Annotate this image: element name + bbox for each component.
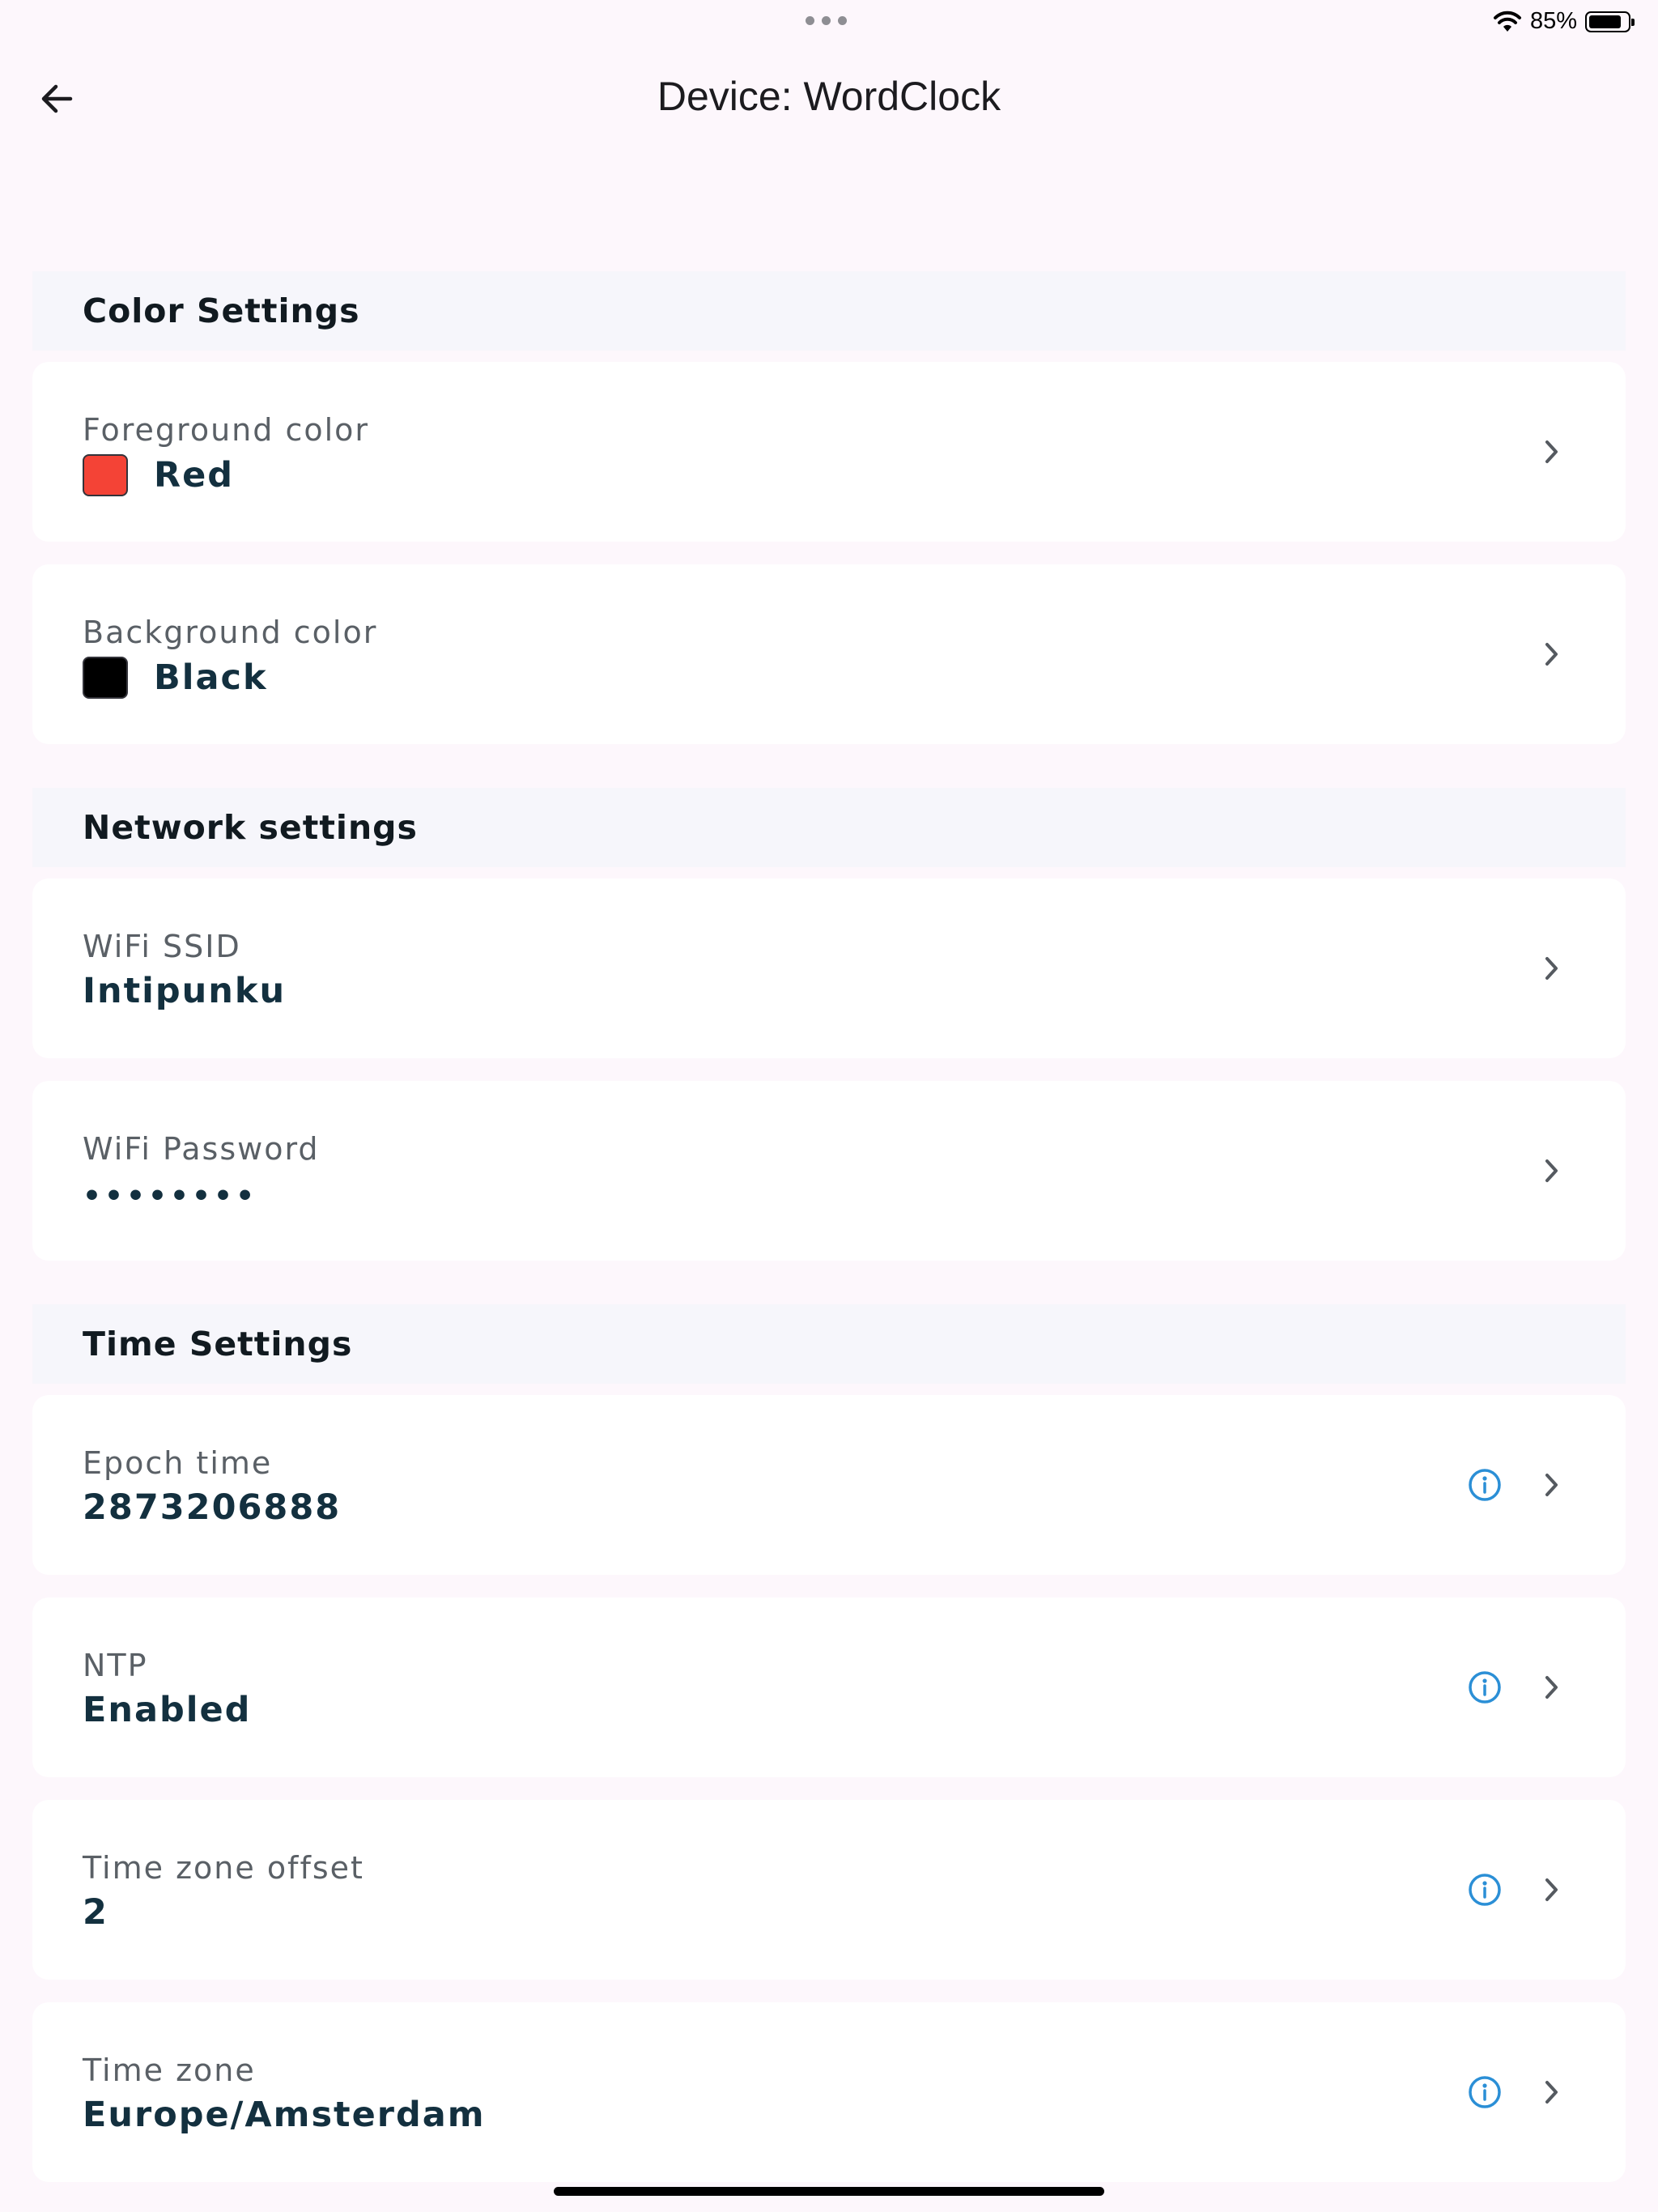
chevron-right-icon — [1532, 2073, 1571, 2112]
section-header-time-settings: Time Settings — [32, 1304, 1626, 1384]
time-zone-offset-value: 2 — [83, 1892, 108, 1933]
tile-label: Foreground color — [83, 412, 370, 448]
time-zone-offset-tile[interactable]: Time zone offset 2 — [32, 1800, 1626, 1980]
tile-label: WiFi Password — [83, 1131, 320, 1167]
chevron-right-icon — [1532, 949, 1571, 988]
battery-percentage: 85% — [1529, 8, 1577, 34]
chevron-right-icon — [1532, 1870, 1571, 1909]
chevron-right-icon — [1532, 1465, 1571, 1504]
status-indicators: 85% — [1493, 8, 1635, 35]
epoch-time-tile[interactable]: Epoch time 2873206888 — [32, 1395, 1626, 1575]
chevron-right-icon — [1532, 432, 1571, 471]
info-icon[interactable] — [1465, 2073, 1504, 2112]
tile-label: WiFi SSID — [83, 929, 241, 964]
epoch-time-value: 2873206888 — [83, 1487, 342, 1528]
info-icon[interactable] — [1465, 1668, 1504, 1707]
page-title: Device: WordClock — [657, 74, 1001, 119]
tile-value: Red — [83, 454, 234, 496]
wifi-password-tile[interactable]: WiFi Password •••••••• — [32, 1081, 1626, 1261]
tile-label: NTP — [83, 1648, 148, 1683]
wifi-ssid-value: Intipunku — [83, 971, 287, 1011]
tile-label: Epoch time — [83, 1445, 273, 1481]
wifi-password-value: •••••••• — [83, 1180, 258, 1213]
background-color-tile[interactable]: Background color Black — [32, 564, 1626, 744]
multitasking-dots-icon[interactable] — [806, 16, 847, 25]
section-header-color-settings: Color Settings — [32, 271, 1626, 351]
tile-label: Time zone — [83, 2052, 256, 2088]
chevron-right-icon — [1532, 1151, 1571, 1190]
time-zone-tile[interactable]: Time zone Europe/Amsterdam — [32, 2002, 1626, 2182]
tile-value: Black — [83, 657, 268, 699]
settings-list: Color Settings Foreground color Red Back… — [32, 271, 1626, 2205]
tile-label: Time zone offset — [83, 1850, 364, 1886]
color-swatch — [83, 657, 128, 699]
chevron-right-icon — [1532, 1668, 1571, 1707]
section-header-network-settings: Network settings — [32, 788, 1626, 867]
time-zone-value: Europe/Amsterdam — [83, 2095, 486, 2135]
battery-level-fill — [1589, 15, 1622, 28]
chevron-right-icon — [1532, 635, 1571, 674]
tile-label: Background color — [83, 615, 378, 650]
home-indicator[interactable] — [554, 2187, 1104, 2196]
app-bar: Device: WordClock — [0, 49, 1658, 149]
foreground-color-tile[interactable]: Foreground color Red — [32, 362, 1626, 542]
battery-icon — [1585, 11, 1635, 32]
info-icon[interactable] — [1465, 1870, 1504, 1909]
ntp-value: Enabled — [83, 1690, 252, 1730]
color-swatch — [83, 454, 128, 496]
foreground-color-value: Red — [154, 455, 235, 496]
background-color-value: Black — [154, 657, 268, 698]
wifi-ssid-tile[interactable]: WiFi SSID Intipunku — [32, 878, 1626, 1058]
info-icon[interactable] — [1465, 1465, 1504, 1504]
wifi-icon — [1493, 11, 1521, 32]
ntp-tile[interactable]: NTP Enabled — [32, 1597, 1626, 1777]
status-bar: 85% — [0, 0, 1658, 45]
